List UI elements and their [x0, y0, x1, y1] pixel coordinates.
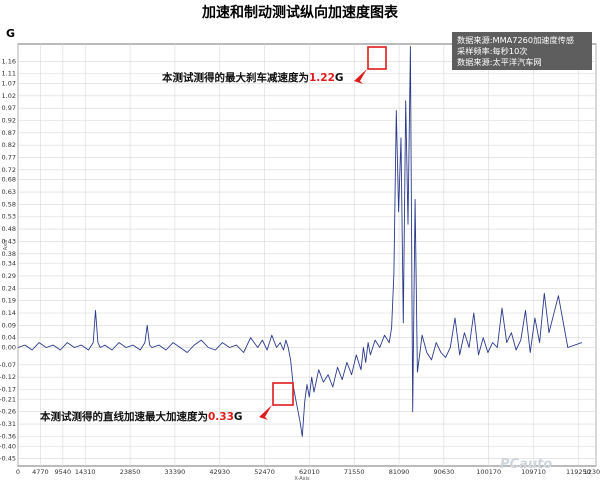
- y-tick-label: 0.09: [2, 321, 16, 329]
- y-tick-label: -0.07: [0, 361, 16, 369]
- y-tick-label: 1.11: [2, 70, 16, 78]
- info-line-site: 数据来源:太平洋汽车网: [457, 57, 542, 67]
- y-tick-label: 0.63: [2, 188, 16, 196]
- x-tick-label: 23850: [120, 468, 141, 476]
- y-tick-label: -0.17: [0, 385, 16, 393]
- x-tick-label: 81090: [389, 468, 410, 476]
- plot-area: [17, 43, 597, 467]
- y-tick-label: -0.26: [0, 408, 16, 416]
- x-tick-label: 4770: [32, 468, 49, 476]
- y-tick-label: 0.29: [2, 272, 16, 280]
- x-tick-label: 33390: [165, 468, 186, 476]
- y-tick-label: -0.31: [0, 420, 16, 428]
- x-tick-label: 42930: [209, 468, 230, 476]
- x-tick-label: 14310: [75, 468, 96, 476]
- y-tick-label: -0.36: [0, 432, 16, 440]
- y-tick-label: 0.58: [2, 200, 16, 208]
- x-tick-label: 71550: [344, 468, 365, 476]
- x-tick-label: 123000: [584, 468, 600, 476]
- y-tick-label: 0.19: [2, 297, 16, 305]
- y-tick-label: -0.12: [0, 373, 16, 381]
- x-tick-label: 90630: [434, 468, 455, 476]
- braking-annotation: 本测试测得的最大刹车减速度为1.22G: [162, 71, 344, 84]
- x-tick-label: 100170: [476, 468, 501, 476]
- x-tick-label: 9540: [55, 468, 72, 476]
- y-unit-label: G: [6, 27, 15, 40]
- y-tick-label: 0.97: [2, 104, 16, 112]
- y-tick-label: 0.04: [2, 334, 16, 342]
- y-tick-label: 0.24: [2, 284, 16, 292]
- info-line-rate: 采样频率:每秒10次: [457, 46, 528, 56]
- x-tick-label: 52470: [254, 468, 275, 476]
- y-tick-label: 0.14: [2, 309, 16, 317]
- x-tick-label: 62010: [299, 468, 320, 476]
- y-tick-label: 1.07: [2, 79, 16, 87]
- y-tick-label: 0.48: [2, 225, 16, 233]
- y-tick-label: 0.53: [2, 213, 16, 221]
- y-tick-label: 0.34: [2, 260, 16, 268]
- chart: 加速和制动测试纵向加速度图表 G 1.16 1.111.07 1.02 0.97 0.9…: [0, 4, 600, 482]
- x-tick-label: 0: [16, 468, 20, 476]
- y-tick-label: 0.87: [2, 129, 16, 137]
- y-tick-label: 0.77: [2, 154, 16, 162]
- y-axis-ticks: 1.16 1.111.07 1.02 0.97 0.92 0.87 0.82 0.77 0.72…: [0, 57, 16, 462]
- y-tick-label: 0.72: [2, 166, 16, 174]
- info-line-source: 数据来源:MMA7260加速度传感: [457, 35, 574, 45]
- y-tick-label: 0.82: [2, 141, 16, 149]
- y-tick-label: 1.02: [2, 92, 16, 100]
- y-tick-label: 0.68: [2, 176, 16, 184]
- x-axis-label: X-Axis: [294, 476, 310, 482]
- accel-annotation: 本测试测得的直线加速最大加速度为0.33G: [40, 410, 243, 423]
- watermark: PCauto: [500, 457, 552, 472]
- y-tick-label: 0.92: [2, 117, 16, 125]
- y-tick-label: -0.40: [0, 442, 16, 450]
- y-tick-label: -0.21: [0, 395, 16, 403]
- y-tick-label: -0.45: [0, 455, 16, 463]
- y-tick-label: 1.16: [2, 57, 16, 65]
- chart-title: 加速和制动测试纵向加速度图表: [201, 4, 399, 21]
- y-tick-label: 0.00: [2, 344, 16, 352]
- y-axis-label: Axis: [3, 239, 9, 250]
